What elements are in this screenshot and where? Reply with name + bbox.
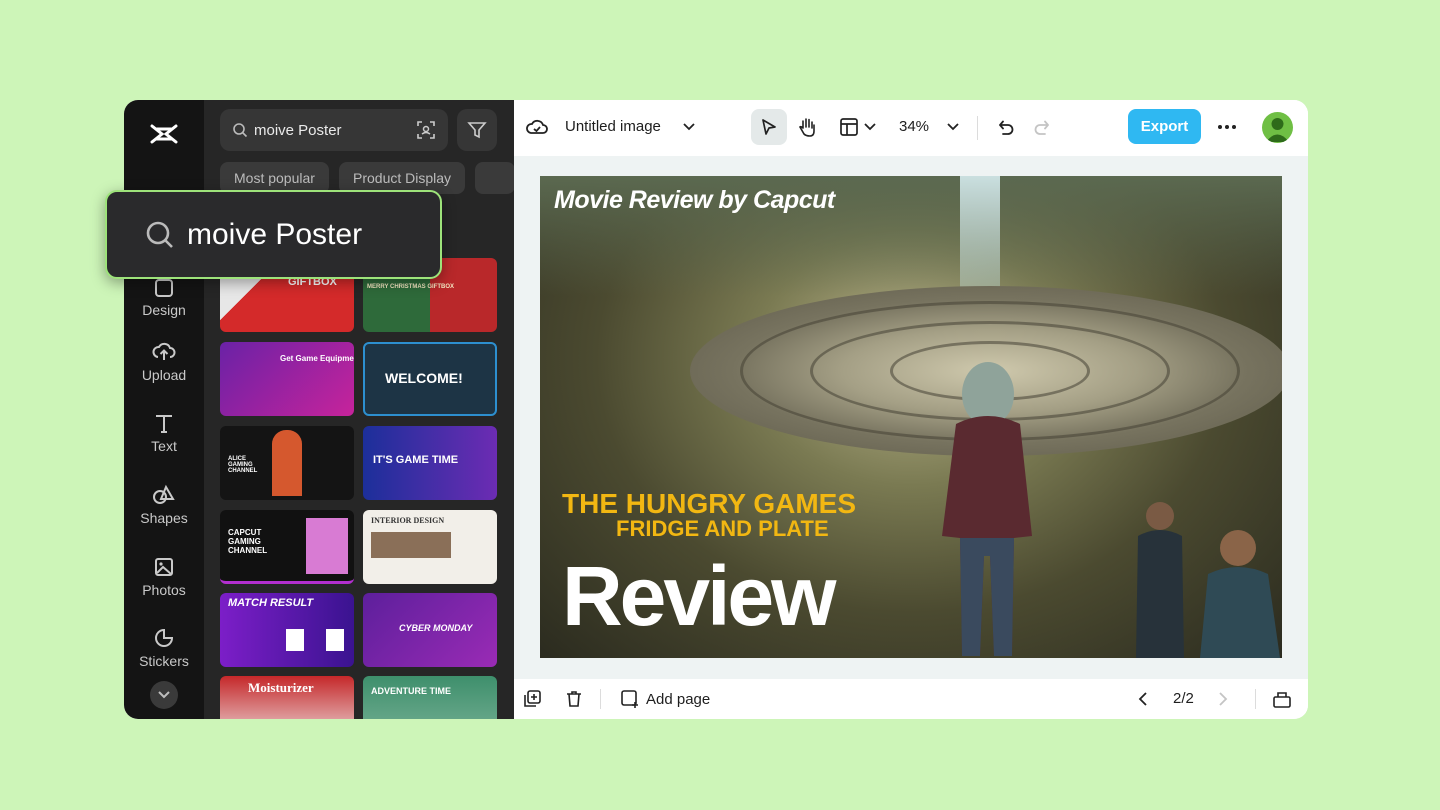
cursor-icon (762, 119, 776, 135)
template-card[interactable]: INTERIOR DESIGN (363, 510, 497, 584)
chevron-down-icon[interactable] (864, 123, 876, 131)
poster-heroine-figure (942, 362, 1032, 656)
page-manager-icon[interactable] (1272, 689, 1292, 709)
template-card[interactable]: ALICE GAMING CHANNEL (220, 426, 354, 500)
add-page-label: Add page (646, 690, 711, 708)
poster-subtitle-2: FRIDGE AND PLATE (616, 516, 829, 541)
layout-icon[interactable] (839, 117, 859, 137)
callout-search-text: moive Poster (187, 217, 363, 251)
rail-item-text[interactable]: Text (124, 412, 204, 454)
zoom-level[interactable]: 34% (899, 118, 929, 135)
user-avatar[interactable] (1262, 112, 1293, 143)
trash-icon[interactable] (564, 689, 584, 709)
score-box (326, 629, 344, 651)
rail-label: Design (142, 302, 186, 318)
canvas-area: Untitled image 34% Export Movie Review b… (514, 100, 1308, 719)
template-card[interactable]: ADVENTURE TIME (363, 676, 497, 719)
previous-page-icon[interactable] (1138, 691, 1148, 707)
template-card[interactable]: CAPCUT GAMING CHANNEL (220, 510, 354, 584)
template-card[interactable]: Get Game Equipment! (220, 342, 354, 416)
poster-bystanders (1136, 502, 1280, 658)
duplicate-page-icon[interactable] (522, 689, 542, 709)
rail-item-upload[interactable]: Upload (124, 341, 204, 383)
image-search-icon[interactable] (416, 120, 436, 140)
shapes-icon (153, 484, 175, 504)
filter-icon (467, 122, 487, 139)
poster-title: Movie Review by Capcut (554, 186, 835, 214)
chevron-down-icon[interactable] (683, 123, 695, 131)
undo-icon[interactable] (995, 117, 1015, 137)
rail-label: Text (151, 438, 177, 454)
toolbar-divider (600, 689, 601, 709)
add-page-icon (621, 690, 638, 708)
bottom-toolbar: Add page 2/2 (514, 679, 1308, 719)
search-icon (233, 123, 248, 138)
rail-item-design[interactable]: Design (124, 278, 204, 318)
next-page-icon[interactable] (1218, 691, 1228, 707)
capcut-logo[interactable] (148, 118, 180, 150)
rail-item-photos[interactable]: Photos (124, 556, 204, 598)
search-value: moive Poster (254, 121, 342, 139)
search-zoom-callout: moive Poster (105, 190, 442, 279)
template-card[interactable]: CYBER MONDAY (363, 593, 497, 667)
more-options-icon[interactable] (1217, 124, 1237, 130)
page-indicator: 2/2 (1173, 690, 1194, 707)
poster-canvas[interactable]: Movie Review by Capcut THE HUNGRY GAMES … (540, 176, 1282, 658)
rail-label: Photos (142, 582, 186, 598)
rail-label: Shapes (140, 510, 188, 526)
rail-label: Stickers (139, 653, 189, 669)
photos-icon (155, 558, 173, 576)
top-toolbar: Untitled image 34% Export (514, 100, 1308, 156)
template-card[interactable]: WELCOME! (363, 342, 497, 416)
cloud-save-icon[interactable] (526, 117, 548, 137)
select-tool-button[interactable] (751, 109, 787, 145)
template-card[interactable]: MATCH RESULT (220, 593, 354, 667)
user-icon (1266, 118, 1289, 142)
document-title[interactable]: Untitled image (565, 118, 661, 135)
rail-item-shapes[interactable]: Shapes (124, 484, 204, 526)
toolbar-divider (1255, 689, 1256, 709)
chevron-down-icon (158, 691, 170, 699)
rail-item-stickers[interactable]: Stickers (124, 627, 204, 669)
poster-headline: Review (562, 549, 836, 643)
more-tools-button[interactable] (150, 681, 178, 709)
export-button[interactable]: Export (1128, 109, 1201, 144)
rail-label: Upload (141, 367, 187, 383)
template-search-input[interactable]: moive Poster (220, 109, 448, 151)
template-card[interactable]: IT'S GAME TIME (363, 426, 497, 500)
template-figure (272, 430, 302, 496)
template-card[interactable]: Moisturizer (220, 676, 354, 719)
add-page-button[interactable]: Add page (620, 689, 710, 709)
hand-tool-icon[interactable] (797, 116, 819, 138)
design-icon (155, 279, 173, 297)
template-figure (306, 518, 348, 574)
chevron-down-icon[interactable] (947, 123, 959, 131)
template-photo (371, 532, 451, 558)
text-icon (156, 415, 172, 433)
upload-icon (152, 342, 176, 360)
redo-icon[interactable] (1033, 117, 1053, 137)
score-box (286, 629, 304, 651)
chip-more[interactable] (475, 162, 514, 194)
stickers-icon (155, 628, 174, 647)
filter-button[interactable] (457, 109, 497, 151)
toolbar-divider (977, 116, 978, 140)
search-icon (146, 221, 173, 248)
